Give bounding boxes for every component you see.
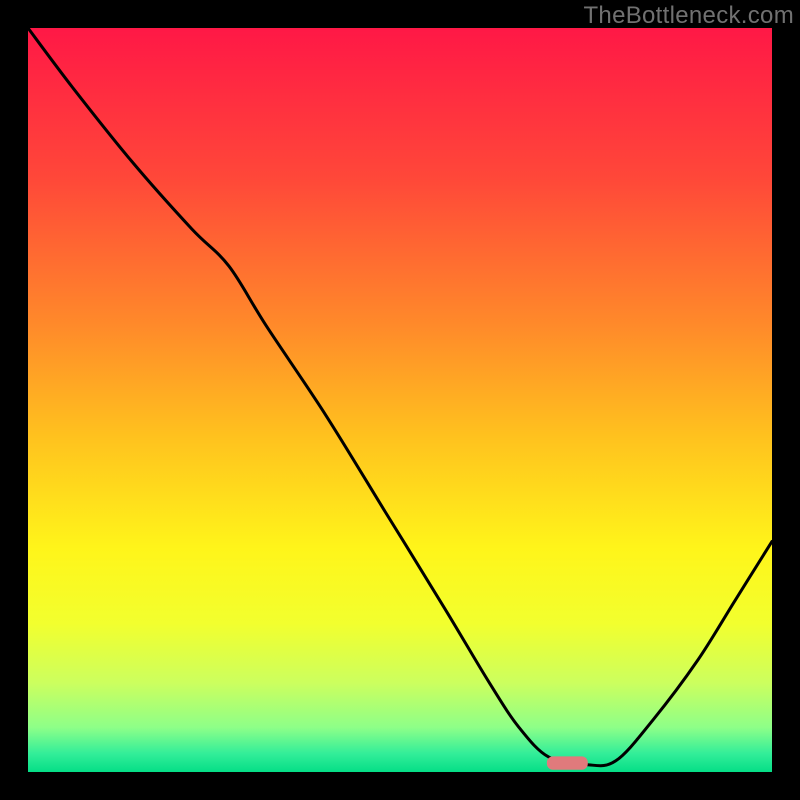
chart-frame: TheBottleneck.com: [0, 0, 800, 800]
plot-svg: [28, 28, 772, 772]
watermark-text: TheBottleneck.com: [583, 2, 794, 30]
plot-area: [28, 28, 772, 772]
optimal-marker: [547, 756, 588, 769]
gradient-rect: [28, 28, 772, 772]
